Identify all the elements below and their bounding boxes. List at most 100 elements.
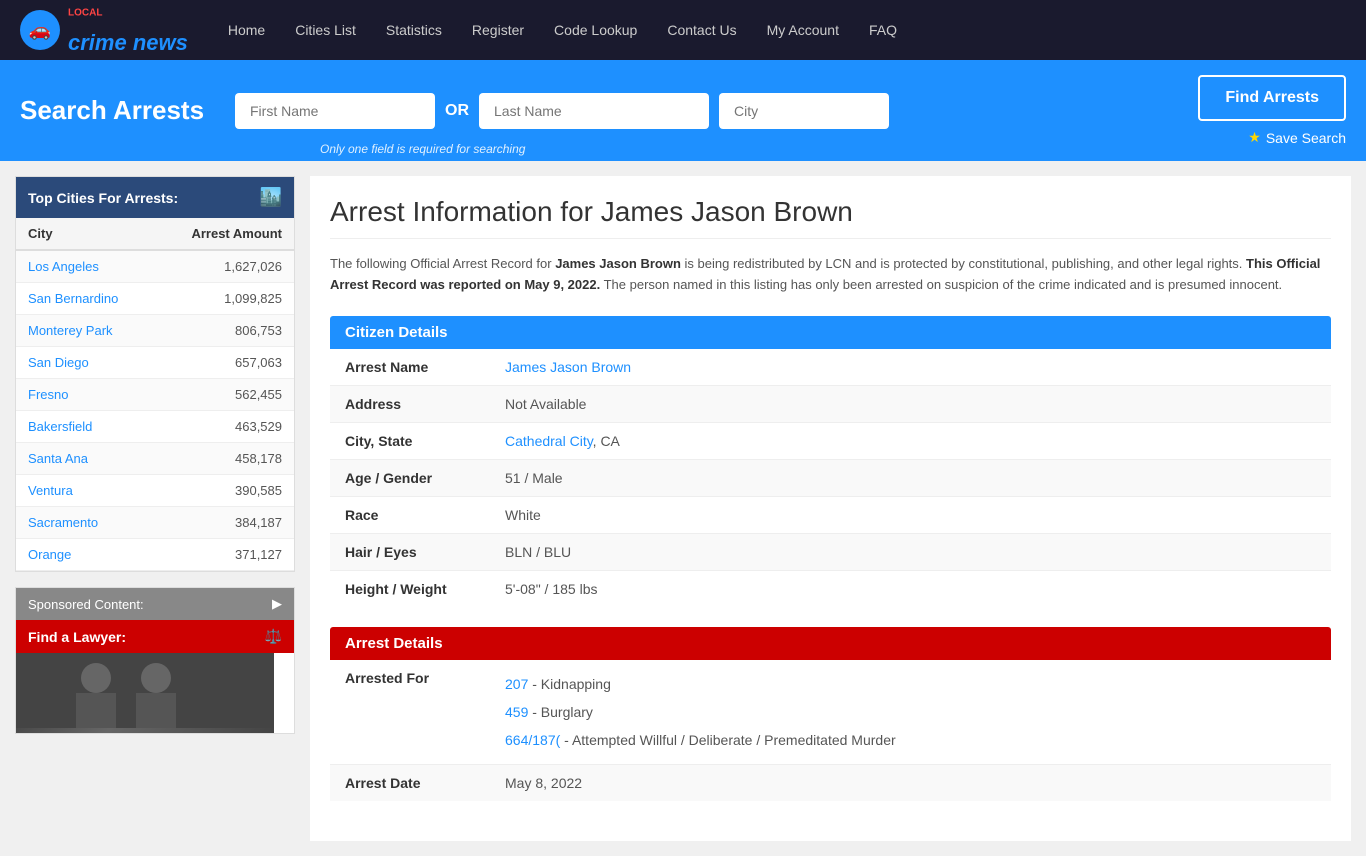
city-state-value: Cathedral City, CA <box>490 422 1331 459</box>
city-name: San Diego <box>16 347 155 379</box>
city-amount: 1,627,026 <box>155 250 294 283</box>
nav-code-lookup[interactable]: Code Lookup <box>554 22 637 38</box>
table-row: San Diego 657,063 <box>16 347 294 379</box>
table-row: Monterey Park 806,753 <box>16 315 294 347</box>
list-item: 207 - Kidnapping <box>505 670 1316 698</box>
table-row: San Bernardino 1,099,825 <box>16 283 294 315</box>
city-amount: 806,753 <box>155 315 294 347</box>
city-link[interactable]: Fresno <box>28 387 68 402</box>
nav-cities-list[interactable]: Cities List <box>295 22 356 38</box>
report-notice: This Official Arrest Record was reported… <box>330 256 1320 292</box>
page-title: Arrest Information for James Jason Brown <box>330 196 1331 239</box>
city-name: Fresno <box>16 379 155 411</box>
table-row: Ventura 390,585 <box>16 475 294 507</box>
citizen-details-header: Citizen Details <box>330 316 1331 349</box>
charge-desc: - Attempted Willful / Deliberate / Preme… <box>564 732 895 748</box>
play-icon[interactable]: ▶ <box>272 596 282 612</box>
city-link[interactable]: Orange <box>28 547 71 562</box>
logo-text: LOCALcrime news <box>68 4 188 56</box>
city-link[interactable]: Sacramento <box>28 515 98 530</box>
cities-table: City Arrest Amount Los Angeles 1,627,026… <box>16 218 294 571</box>
city-amount: 463,529 <box>155 411 294 443</box>
nav-my-account[interactable]: My Account <box>767 22 839 38</box>
sponsored-label: Sponsored Content: <box>28 597 144 612</box>
nav-home[interactable]: Home <box>228 22 265 38</box>
table-row: Height / Weight 5'-08" / 185 lbs <box>330 570 1331 607</box>
subject-name: James Jason Brown <box>555 256 681 271</box>
charge-desc: - Kidnapping <box>532 676 611 692</box>
list-item: 664/187( - Attempted Willful / Deliberat… <box>505 726 1316 754</box>
col-city: City <box>16 218 155 250</box>
table-row: Santa Ana 458,178 <box>16 443 294 475</box>
nav-contact-us[interactable]: Contact Us <box>667 22 736 38</box>
age-gender-label: Age / Gender <box>330 459 490 496</box>
city-name: Ventura <box>16 475 155 507</box>
arrested-for-label: Arrested For <box>330 660 490 765</box>
main-panel: Arrest Information for James Jason Brown… <box>310 176 1351 841</box>
table-row: Los Angeles 1,627,026 <box>16 250 294 283</box>
last-name-input[interactable] <box>479 93 709 129</box>
age-gender-value: 51 / Male <box>490 459 1331 496</box>
top-cities-section: Top Cities For Arrests: 🏙️ City Arrest A… <box>15 176 295 572</box>
arrest-name-link[interactable]: James Jason Brown <box>505 359 631 375</box>
city-link[interactable]: Bakersfield <box>28 419 92 434</box>
lawyer-image-inner <box>16 653 274 733</box>
charge-code-link[interactable]: 664/187( <box>505 732 560 748</box>
city-name: Santa Ana <box>16 443 155 475</box>
first-name-input[interactable] <box>235 93 435 129</box>
sidebar: Top Cities For Arrests: 🏙️ City Arrest A… <box>15 176 295 841</box>
race-value: White <box>490 496 1331 533</box>
arrest-name-label: Arrest Name <box>330 349 490 386</box>
search-title: Search Arrests <box>20 95 220 126</box>
search-bar: Search Arrests OR Find Arrests ★ Save Se… <box>0 60 1366 161</box>
search-note: Only one field is required for searching <box>320 142 525 156</box>
address-value: Not Available <box>490 385 1331 422</box>
table-row: Hair / Eyes BLN / BLU <box>330 533 1331 570</box>
sponsored-header: Sponsored Content: ▶ <box>16 588 294 620</box>
city-link[interactable]: Monterey Park <box>28 323 113 338</box>
arrest-details-header: Arrest Details <box>330 627 1331 660</box>
city-amount: 384,187 <box>155 507 294 539</box>
table-row: Sacramento 384,187 <box>16 507 294 539</box>
city-link[interactable]: San Bernardino <box>28 291 118 306</box>
race-label: Race <box>330 496 490 533</box>
table-row: Age / Gender 51 / Male <box>330 459 1331 496</box>
city-link[interactable]: Los Angeles <box>28 259 99 274</box>
table-row: Bakersfield 463,529 <box>16 411 294 443</box>
city-state-link[interactable]: Cathedral City <box>505 433 593 449</box>
arrest-name-value: James Jason Brown <box>490 349 1331 386</box>
main-content: Top Cities For Arrests: 🏙️ City Arrest A… <box>0 161 1366 856</box>
lawyer-image <box>16 653 274 733</box>
table-row: Arrest Name James Jason Brown <box>330 349 1331 386</box>
search-actions: Find Arrests ★ Save Search <box>1198 75 1346 146</box>
city-link[interactable]: Ventura <box>28 483 73 498</box>
search-inputs: OR <box>235 93 889 129</box>
city-name: Orange <box>16 539 155 571</box>
navigation: 🚗 LOCALcrime news Home Cities List Stati… <box>0 0 1366 60</box>
city-link[interactable]: San Diego <box>28 355 89 370</box>
logo-icon: 🚗 <box>20 10 60 50</box>
table-row: Race White <box>330 496 1331 533</box>
arrest-details-table: Arrested For 207 - Kidnapping459 - Burgl… <box>330 660 1331 801</box>
city-state-rest: , CA <box>593 433 620 449</box>
height-weight-value: 5'-08" / 185 lbs <box>490 570 1331 607</box>
logo[interactable]: 🚗 LOCALcrime news <box>20 4 188 56</box>
arrest-description: The following Official Arrest Record for… <box>330 254 1331 296</box>
city-name: Bakersfield <box>16 411 155 443</box>
city-amount: 1,099,825 <box>155 283 294 315</box>
arrest-date-value: May 8, 2022 <box>490 764 1331 801</box>
table-row: Arrested For 207 - Kidnapping459 - Burgl… <box>330 660 1331 765</box>
save-search[interactable]: ★ Save Search <box>1248 129 1346 146</box>
city-link[interactable]: Santa Ana <box>28 451 88 466</box>
nav-statistics[interactable]: Statistics <box>386 22 442 38</box>
nav-links: Home Cities List Statistics Register Cod… <box>228 22 897 38</box>
charge-code-link[interactable]: 459 <box>505 704 528 720</box>
nav-faq[interactable]: FAQ <box>869 22 897 38</box>
charge-code-link[interactable]: 207 <box>505 676 528 692</box>
nav-register[interactable]: Register <box>472 22 524 38</box>
city-name: Sacramento <box>16 507 155 539</box>
find-arrests-button[interactable]: Find Arrests <box>1198 75 1346 121</box>
city-input[interactable] <box>719 93 889 129</box>
address-label: Address <box>330 385 490 422</box>
citizen-details-table: Arrest Name James Jason Brown Address No… <box>330 349 1331 607</box>
